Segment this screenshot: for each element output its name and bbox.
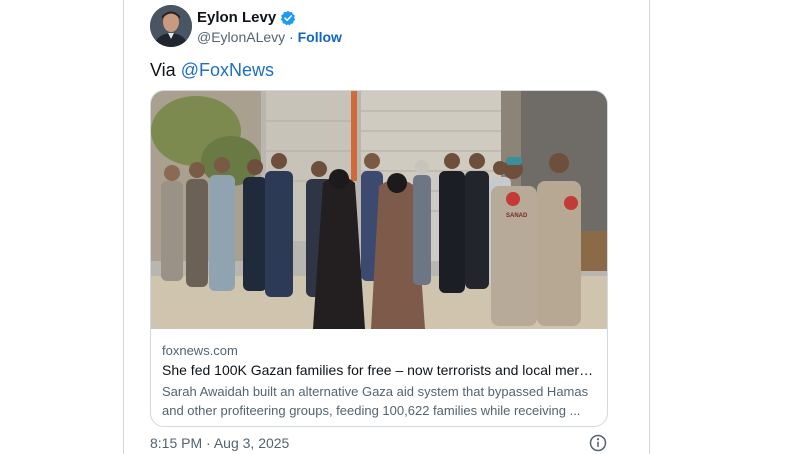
avatar[interactable] bbox=[150, 5, 192, 47]
info-icon[interactable] bbox=[589, 434, 607, 452]
link-meta[interactable]: foxnews.com She fed 100K Gazan families … bbox=[162, 343, 598, 420]
tweet-date: Aug 3, 2025 bbox=[213, 435, 290, 451]
timestamp-separator: · bbox=[206, 435, 211, 451]
queue-photo-illustration: SANAD bbox=[151, 91, 607, 329]
tweet-timestamp[interactable]: 8:15 PM · Aug 3, 2025 bbox=[150, 435, 289, 451]
handle-separator: · bbox=[289, 29, 294, 45]
mention-link[interactable]: @FoxNews bbox=[181, 60, 274, 80]
verified-badge-icon bbox=[281, 10, 296, 25]
link-summary: Sarah Awaidah built an alternative Gaza … bbox=[162, 382, 598, 420]
follow-button[interactable]: Follow bbox=[298, 29, 342, 45]
author-handle[interactable]: @EylonALevy bbox=[197, 29, 285, 45]
vest-logo-text: SANAD bbox=[506, 213, 528, 219]
link-summary-line-1: Sarah Awaidah built an alternative Gaza … bbox=[162, 384, 589, 399]
author-display-name[interactable]: Eylon Levy bbox=[197, 9, 276, 26]
tweet-time: 8:15 PM bbox=[150, 435, 203, 451]
link-summary-line-2: and other profiteering groups, feeding 1… bbox=[162, 403, 581, 418]
article-photo[interactable]: SANAD bbox=[151, 91, 607, 329]
tweet-prefix: Via bbox=[150, 60, 181, 80]
avatar-image bbox=[150, 5, 192, 47]
author-handle-row: @EylonALevy · Follow bbox=[197, 29, 342, 45]
tweet-text: Via @FoxNews bbox=[150, 60, 274, 81]
link-domain: foxnews.com bbox=[162, 343, 238, 358]
link-preview-card[interactable]: SANAD foxnews.com She fed 100K Gazan fam… bbox=[150, 90, 608, 427]
author-name-row: Eylon Levy bbox=[197, 9, 296, 26]
link-headline[interactable]: She fed 100K Gazan families for free – n… bbox=[162, 362, 598, 378]
